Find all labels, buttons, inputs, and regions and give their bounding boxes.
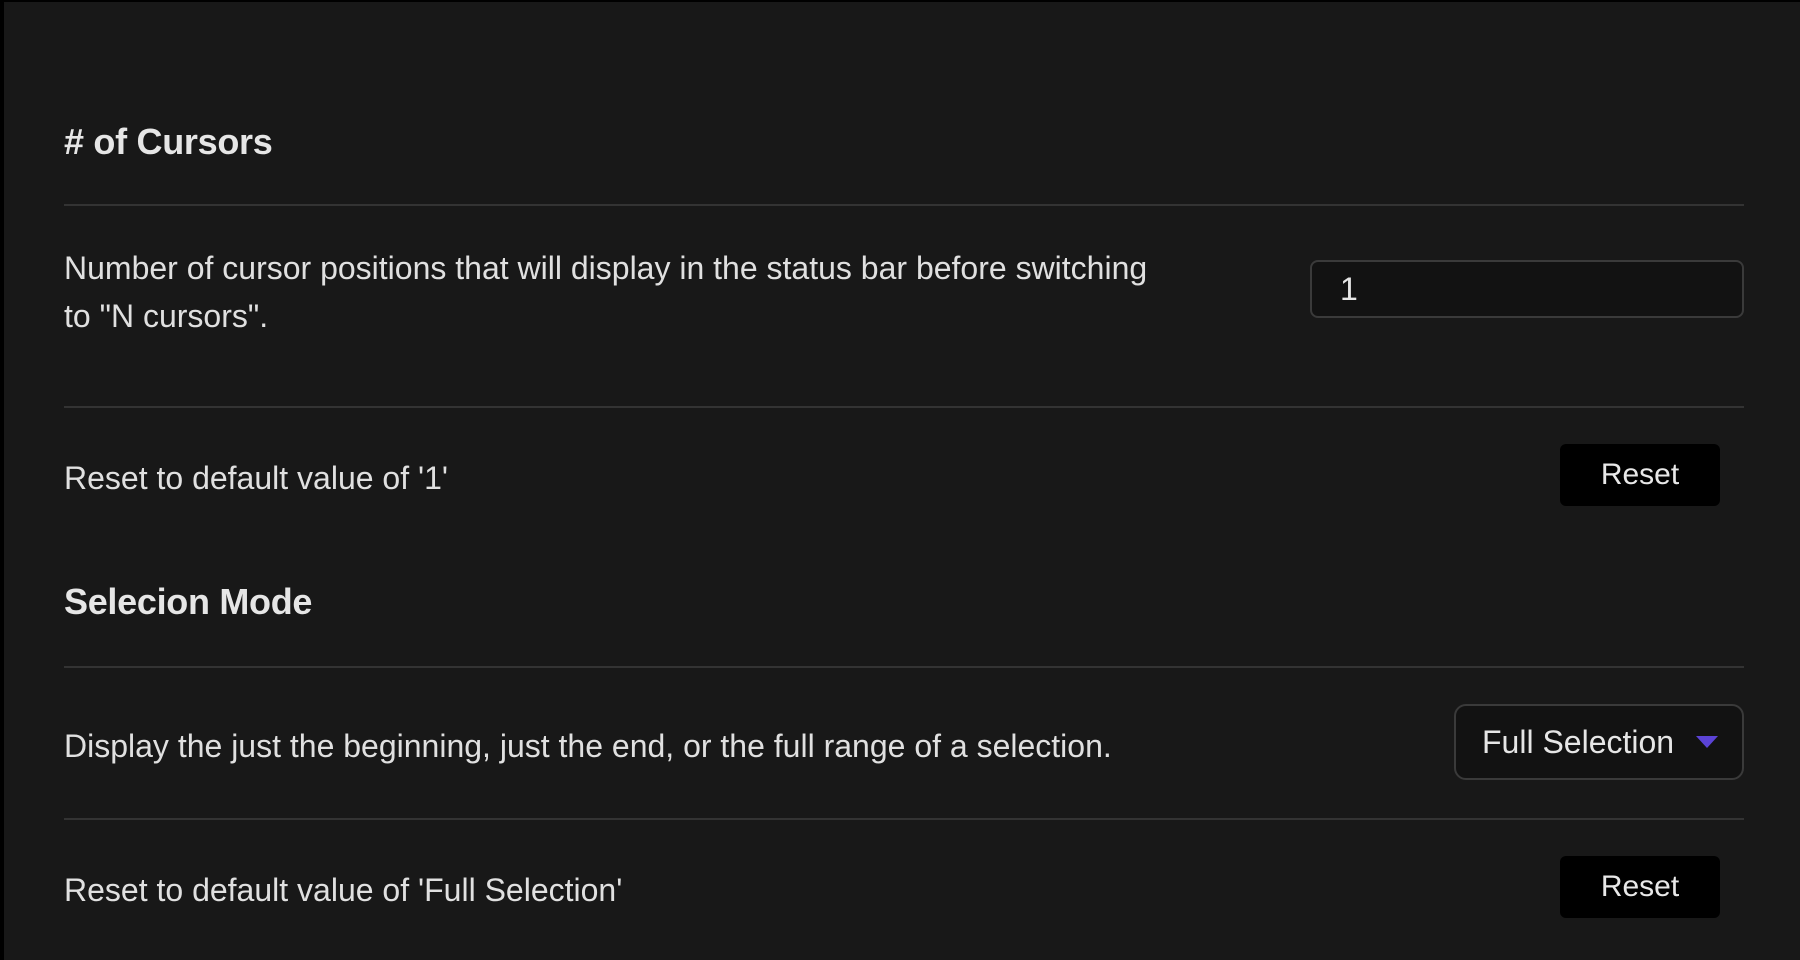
- cursors-description-line1: Number of cursor positions that will dis…: [64, 250, 1148, 286]
- divider: [64, 818, 1744, 820]
- selection-description: Display the just the beginning, just the…: [64, 728, 1112, 764]
- selection-mode-select[interactable]: Full Selection: [1454, 704, 1744, 780]
- selection-section-title: Selecion Mode: [64, 581, 313, 622]
- cursors-section-title: # of Cursors: [64, 121, 273, 162]
- cursors-description-line2: to "N cursors".: [64, 298, 269, 334]
- divider: [64, 666, 1744, 668]
- cursors-description: Number of cursor positions that will dis…: [64, 244, 1147, 340]
- selection-reset-description: Reset to default value of 'Full Selectio…: [64, 872, 623, 908]
- selection-reset-button[interactable]: Reset: [1560, 856, 1720, 918]
- cursors-reset-description: Reset to default value of '1': [64, 460, 449, 496]
- divider: [64, 406, 1744, 408]
- cursors-reset-button[interactable]: Reset: [1560, 444, 1720, 506]
- chevron-down-icon: [1696, 736, 1718, 748]
- settings-panel: # of Cursors Number of cursor positions …: [4, 2, 1800, 960]
- divider: [64, 204, 1744, 206]
- cursors-count-input[interactable]: [1310, 260, 1744, 318]
- selection-mode-value: Full Selection: [1482, 723, 1675, 760]
